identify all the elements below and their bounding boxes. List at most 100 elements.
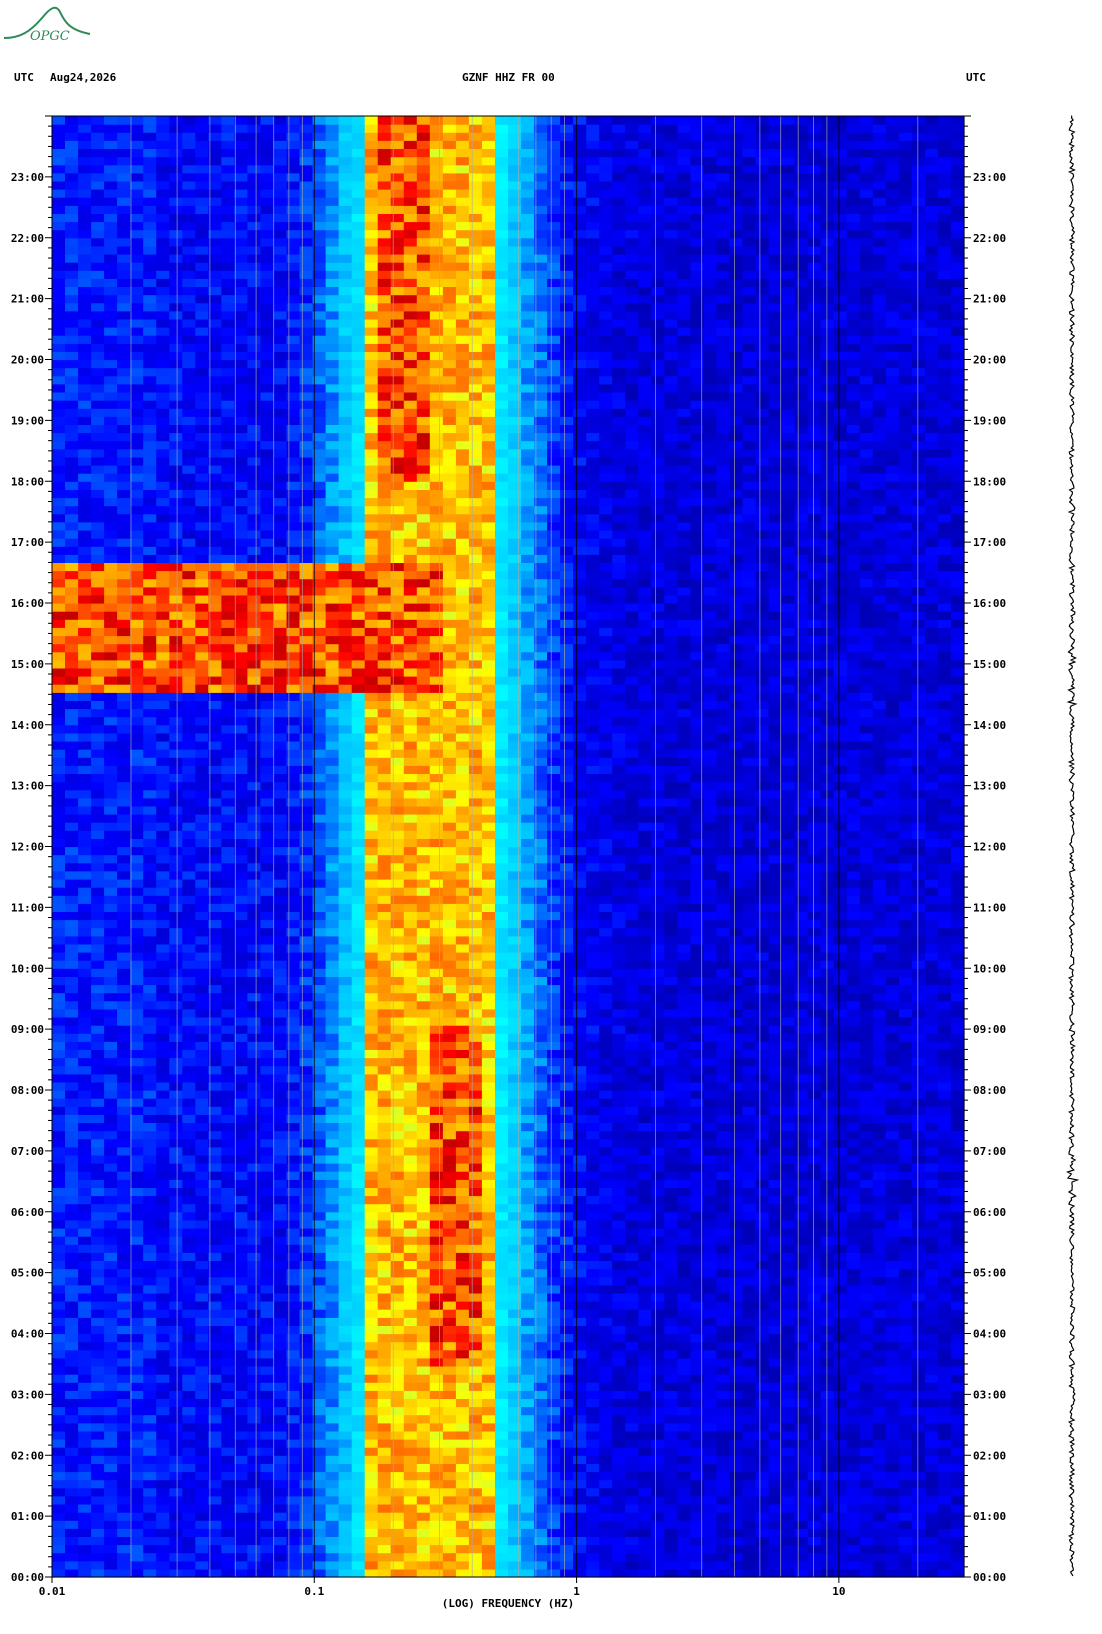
spectrogram-cell (156, 1390, 170, 1399)
spectrogram-cell (273, 1041, 288, 1050)
spectrogram-cell (768, 1357, 783, 1367)
spectrogram-cell (924, 1203, 939, 1213)
spectrogram-cell (260, 1057, 275, 1067)
spectrogram-cell (481, 1017, 496, 1026)
spectrogram-cell (455, 1065, 470, 1075)
spectrogram-cell (468, 1130, 483, 1140)
spectrogram-cell (156, 1301, 170, 1310)
spectrogram-cell (560, 1479, 574, 1489)
spectrogram-cell (299, 1284, 314, 1294)
spectrogram-cell (885, 1560, 900, 1570)
spectrogram-cell (377, 1171, 392, 1180)
spectrogram-cell (91, 1041, 105, 1050)
spectrogram-cell (299, 1560, 314, 1570)
spectrogram-cell (872, 1544, 887, 1554)
spectrogram-cell (573, 1512, 587, 1521)
spectrogram-cell (338, 1333, 353, 1343)
spectrogram-cell (872, 1033, 887, 1042)
spectrogram-cell (742, 1219, 757, 1229)
spectrogram-cell (117, 1520, 131, 1529)
spectrogram-cell (65, 1049, 79, 1059)
spectrogram-cell (768, 1382, 783, 1391)
spectrogram-cell (195, 1268, 209, 1278)
spectrogram-cell (651, 1528, 665, 1537)
spectrogram-cell (377, 1568, 392, 1578)
spectrogram-cell (937, 1033, 952, 1042)
spectrogram-cell (52, 1463, 66, 1473)
spectrogram-cell (208, 1544, 222, 1554)
spectrogram-cell (78, 1495, 92, 1505)
spectrogram-cell (612, 1236, 626, 1245)
spectrogram-cell (768, 1301, 783, 1310)
spectrogram-cell (742, 1268, 757, 1278)
spectrogram-cell (560, 1219, 574, 1229)
spectrogram-cell (820, 1398, 835, 1408)
spectrogram-cell (481, 1122, 496, 1132)
spectrogram-cell (521, 1349, 535, 1359)
spectrogram-cell (221, 1195, 235, 1205)
spectrogram-cell (794, 1301, 809, 1310)
spectrogram-cell (442, 1471, 457, 1481)
spectrogram-cell (442, 1512, 457, 1521)
spectrogram-cell (924, 1122, 939, 1132)
spectrogram-cell (481, 1252, 496, 1261)
spectrogram-cell (221, 1309, 235, 1318)
spectrogram-cell (169, 1268, 183, 1278)
spectrogram-cell (338, 1512, 353, 1521)
spectrogram-cell (951, 1179, 965, 1188)
spectrogram-cell (703, 1390, 717, 1399)
spectrogram-cell (91, 1098, 105, 1107)
spectrogram-cell (651, 1284, 665, 1294)
spectrogram-cell (299, 1552, 314, 1562)
spectrogram-cell (52, 1309, 66, 1318)
spectrogram-cell (429, 1033, 444, 1042)
spectrogram-cell (768, 1203, 783, 1213)
spectrogram-cell (260, 1317, 275, 1326)
spectrogram-cell (586, 1309, 600, 1318)
spectrogram-cell (273, 1471, 288, 1481)
spectrogram-cell (859, 1106, 874, 1115)
spectrogram-cell (247, 1122, 261, 1132)
spectrogram-cell (586, 1000, 600, 1010)
spectrogram-cell (625, 1017, 639, 1026)
spectrogram-cell (872, 1146, 887, 1156)
spectrogram-cell (169, 1057, 183, 1067)
spectrogram-cell (951, 1463, 965, 1473)
spectrogram-cell (729, 1568, 744, 1578)
spectrogram-cell (885, 1219, 900, 1229)
spectrogram-cell (351, 1430, 366, 1440)
spectrogram-cell (247, 1504, 261, 1513)
spectrogram-cell (651, 1301, 665, 1310)
spectrogram-cell (143, 1495, 157, 1505)
spectrogram-cell (364, 1463, 379, 1473)
spectrogram-cell (442, 1057, 457, 1067)
spectrogram-cell (403, 1179, 418, 1188)
spectrogram-cell (156, 1122, 170, 1132)
spectrogram-cell (299, 1154, 314, 1164)
spectrogram-cell (859, 1146, 874, 1156)
spectrogram-cell (403, 1414, 418, 1424)
spectrogram-cell (612, 1276, 626, 1286)
spectrogram-area (52, 116, 965, 1578)
spectrogram-cell (846, 1366, 861, 1375)
spectrogram-cell (664, 1406, 678, 1416)
spectrogram-cell (247, 1236, 261, 1245)
spectrogram-cell (677, 1163, 691, 1172)
spectrogram-cell (729, 1179, 744, 1188)
spectrogram-cell (638, 1504, 652, 1513)
spectrogram-cell (820, 1325, 835, 1335)
spectrogram-cell (755, 1552, 770, 1562)
spectrogram-cell (677, 1211, 691, 1221)
spectrogram-cell (325, 1512, 340, 1521)
spectrogram-cell (208, 1504, 222, 1513)
spectrogram-cell (416, 1146, 431, 1156)
spectrogram-cell (599, 1366, 613, 1375)
spectrogram-cell (742, 1455, 757, 1464)
spectrogram-cell (664, 1008, 678, 1018)
spectrogram-cell (573, 1309, 587, 1318)
spectrogram-cell (182, 1479, 196, 1489)
spectrogram-cell (495, 1057, 509, 1067)
spectrogram-cell (911, 1309, 926, 1318)
spectrogram-cell (911, 1366, 926, 1375)
spectrogram-cell (195, 1512, 209, 1521)
